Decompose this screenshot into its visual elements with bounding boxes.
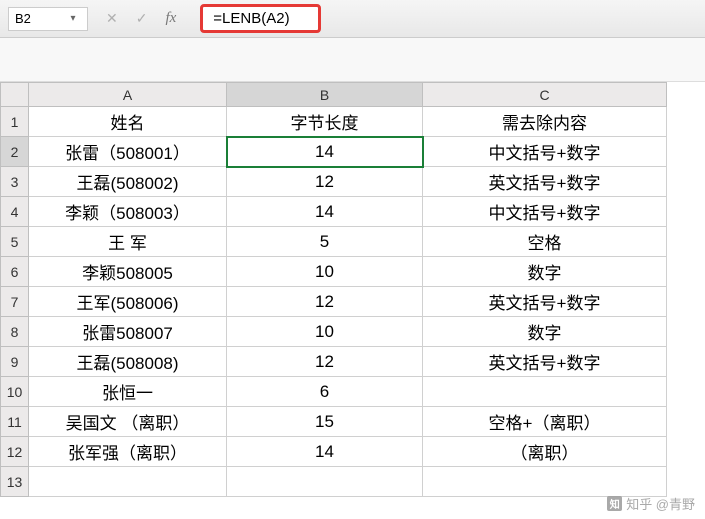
column-header-c[interactable]: C [423,83,667,107]
cell[interactable]: 张军强（离职） [29,437,227,467]
cell[interactable]: 李颖（508003） [29,197,227,227]
cell[interactable]: 王磊(508008) [29,347,227,377]
cell-b1[interactable]: 字节长度 [227,107,423,137]
cell[interactable] [423,467,667,497]
cell[interactable]: 5 [227,227,423,257]
cell[interactable] [29,467,227,497]
accept-icon[interactable]: ✓ [136,10,148,27]
cell[interactable]: 12 [227,167,423,197]
cell[interactable]: 王 军 [29,227,227,257]
row-header[interactable]: 4 [1,197,29,227]
row-header[interactable]: 8 [1,317,29,347]
cell[interactable]: 张雷（508001） [29,137,227,167]
cell[interactable]: 数字 [423,317,667,347]
cell[interactable] [423,377,667,407]
cell[interactable]: 英文括号+数字 [423,287,667,317]
row-header[interactable]: 13 [1,467,29,497]
column-header-b[interactable]: B [227,83,423,107]
row-header[interactable]: 10 [1,377,29,407]
ribbon-spacer [0,38,705,82]
row-header[interactable]: 5 [1,227,29,257]
row-header[interactable]: 9 [1,347,29,377]
row-header[interactable]: 6 [1,257,29,287]
cell[interactable]: 王磊(508002) [29,167,227,197]
cell[interactable]: 英文括号+数字 [423,347,667,377]
chevron-down-icon[interactable]: ▾ [65,13,81,24]
cell[interactable]: 10 [227,257,423,287]
cell[interactable]: 空格 [423,227,667,257]
name-box-value: B2 [15,11,65,26]
cell[interactable]: 李颖508005 [29,257,227,287]
formula-bar-buttons: ✕ ✓ fx [88,10,194,27]
formula-text: =LENB(A2) [213,10,289,27]
cell[interactable]: 12 [227,347,423,377]
row-header[interactable]: 11 [1,407,29,437]
cell[interactable]: 14 [227,437,423,467]
spreadsheet-grid[interactable]: A B C 1 姓名 字节长度 需去除内容 2 张雷（508001） 14 中文… [0,82,667,497]
select-all-corner[interactable] [1,83,29,107]
formula-toolbar: B2 ▾ ✕ ✓ fx =LENB(A2) [0,0,705,38]
row-header[interactable]: 1 [1,107,29,137]
cell[interactable]: 15 [227,407,423,437]
cancel-icon[interactable]: ✕ [106,10,118,27]
cell[interactable] [227,467,423,497]
cell[interactable]: （离职） [423,437,667,467]
cell[interactable]: 10 [227,317,423,347]
cell-selected[interactable]: 14 [227,137,423,167]
zhihu-icon: 知 [607,496,622,511]
cell[interactable]: 英文括号+数字 [423,167,667,197]
watermark-text: 知乎 @青野 [626,494,695,513]
cell[interactable]: 张恒一 [29,377,227,407]
cell-a1[interactable]: 姓名 [29,107,227,137]
name-box[interactable]: B2 ▾ [8,7,88,31]
column-header-a[interactable]: A [29,83,227,107]
cell[interactable]: 12 [227,287,423,317]
watermark: 知 知乎 @青野 [607,494,695,513]
cell[interactable]: 数字 [423,257,667,287]
cell[interactable]: 王军(508006) [29,287,227,317]
cell[interactable]: 中文括号+数字 [423,137,667,167]
fx-icon[interactable]: fx [165,10,176,27]
row-header[interactable]: 3 [1,167,29,197]
cell[interactable]: 中文括号+数字 [423,197,667,227]
cell[interactable]: 14 [227,197,423,227]
row-header[interactable]: 2 [1,137,29,167]
formula-input[interactable]: =LENB(A2) [200,4,320,33]
row-header[interactable]: 12 [1,437,29,467]
cell[interactable]: 空格+（离职） [423,407,667,437]
cell-c1[interactable]: 需去除内容 [423,107,667,137]
cell[interactable]: 6 [227,377,423,407]
row-header[interactable]: 7 [1,287,29,317]
cell[interactable]: 吴国文 （离职） [29,407,227,437]
cell[interactable]: 张雷508007 [29,317,227,347]
